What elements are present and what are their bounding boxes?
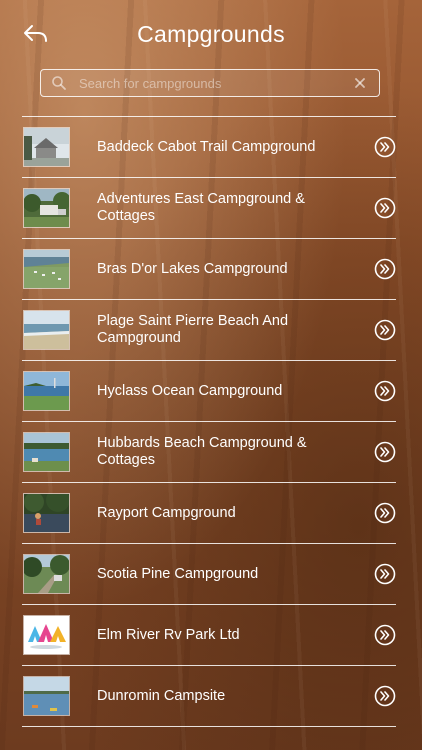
list-item[interactable]: Baddeck Cabot Trail Campground bbox=[22, 117, 396, 178]
list-item[interactable]: Scotia Pine Campground bbox=[22, 544, 396, 605]
campground-thumbnail bbox=[23, 554, 70, 594]
list-item[interactable]: Hubbards Beach Campground & Cottages bbox=[22, 422, 396, 483]
chevron-right-icon[interactable] bbox=[374, 319, 396, 341]
chevron-right-icon[interactable] bbox=[374, 441, 396, 463]
list-item[interactable]: Plage Saint Pierre Beach And Campground bbox=[22, 300, 396, 361]
campground-thumbnail bbox=[23, 188, 70, 228]
page-title: Campgrounds bbox=[137, 21, 285, 47]
campground-name: Adventures East Campground & Cottages bbox=[97, 191, 305, 224]
search-input[interactable] bbox=[77, 70, 353, 96]
header-bar: Campgrounds bbox=[0, 0, 422, 66]
campground-name: Dunromin Campsite bbox=[97, 687, 226, 704]
back-button[interactable] bbox=[20, 20, 52, 48]
campground-name: Hubbards Beach Campground & Cottages bbox=[97, 435, 307, 468]
campground-thumbnail bbox=[23, 310, 70, 350]
campground-name: Baddeck Cabot Trail Campground bbox=[97, 138, 316, 155]
chevron-right-icon[interactable] bbox=[374, 563, 396, 585]
campground-name: Rayport Campground bbox=[97, 504, 236, 521]
list-item[interactable]: Hyclass Ocean Campground bbox=[22, 361, 396, 422]
campground-thumbnail bbox=[23, 127, 70, 167]
search-icon bbox=[51, 75, 67, 91]
campground-thumbnail bbox=[23, 615, 70, 655]
campground-name: Plage Saint Pierre Beach And Campground bbox=[97, 313, 289, 346]
close-icon bbox=[355, 78, 365, 88]
campground-thumbnail bbox=[23, 371, 70, 411]
chevron-right-icon[interactable] bbox=[374, 502, 396, 524]
chevron-right-icon[interactable] bbox=[374, 258, 396, 280]
chevron-right-icon[interactable] bbox=[374, 624, 396, 646]
back-arrow-icon bbox=[24, 25, 47, 42]
chevron-right-icon[interactable] bbox=[374, 197, 396, 219]
campground-thumbnail bbox=[23, 493, 70, 533]
chevron-right-icon[interactable] bbox=[374, 685, 396, 707]
list-item[interactable]: Elm River Rv Park Ltd bbox=[22, 605, 396, 666]
chevron-right-icon[interactable] bbox=[374, 136, 396, 158]
list-item[interactable]: Dunromin Campsite bbox=[22, 666, 396, 727]
list-item[interactable]: Adventures East Campground & Cottages bbox=[22, 178, 396, 239]
campground-thumbnail bbox=[23, 676, 70, 716]
campground-name: Hyclass Ocean Campground bbox=[97, 382, 283, 399]
chevron-right-icon[interactable] bbox=[374, 380, 396, 402]
campground-name: Bras D'or Lakes Campground bbox=[97, 260, 288, 277]
campground-thumbnail bbox=[23, 249, 70, 289]
list-item[interactable]: Rayport Campground bbox=[22, 483, 396, 544]
search-bar[interactable] bbox=[40, 69, 380, 97]
campground-list: Baddeck Cabot Trail Campground Adventure… bbox=[22, 116, 396, 727]
campground-name: Elm River Rv Park Ltd bbox=[97, 626, 240, 643]
clear-search-button[interactable] bbox=[353, 76, 367, 90]
campground-thumbnail bbox=[23, 432, 70, 472]
list-item[interactable]: Bras D'or Lakes Campground bbox=[22, 239, 396, 300]
campground-name: Scotia Pine Campground bbox=[97, 565, 259, 582]
